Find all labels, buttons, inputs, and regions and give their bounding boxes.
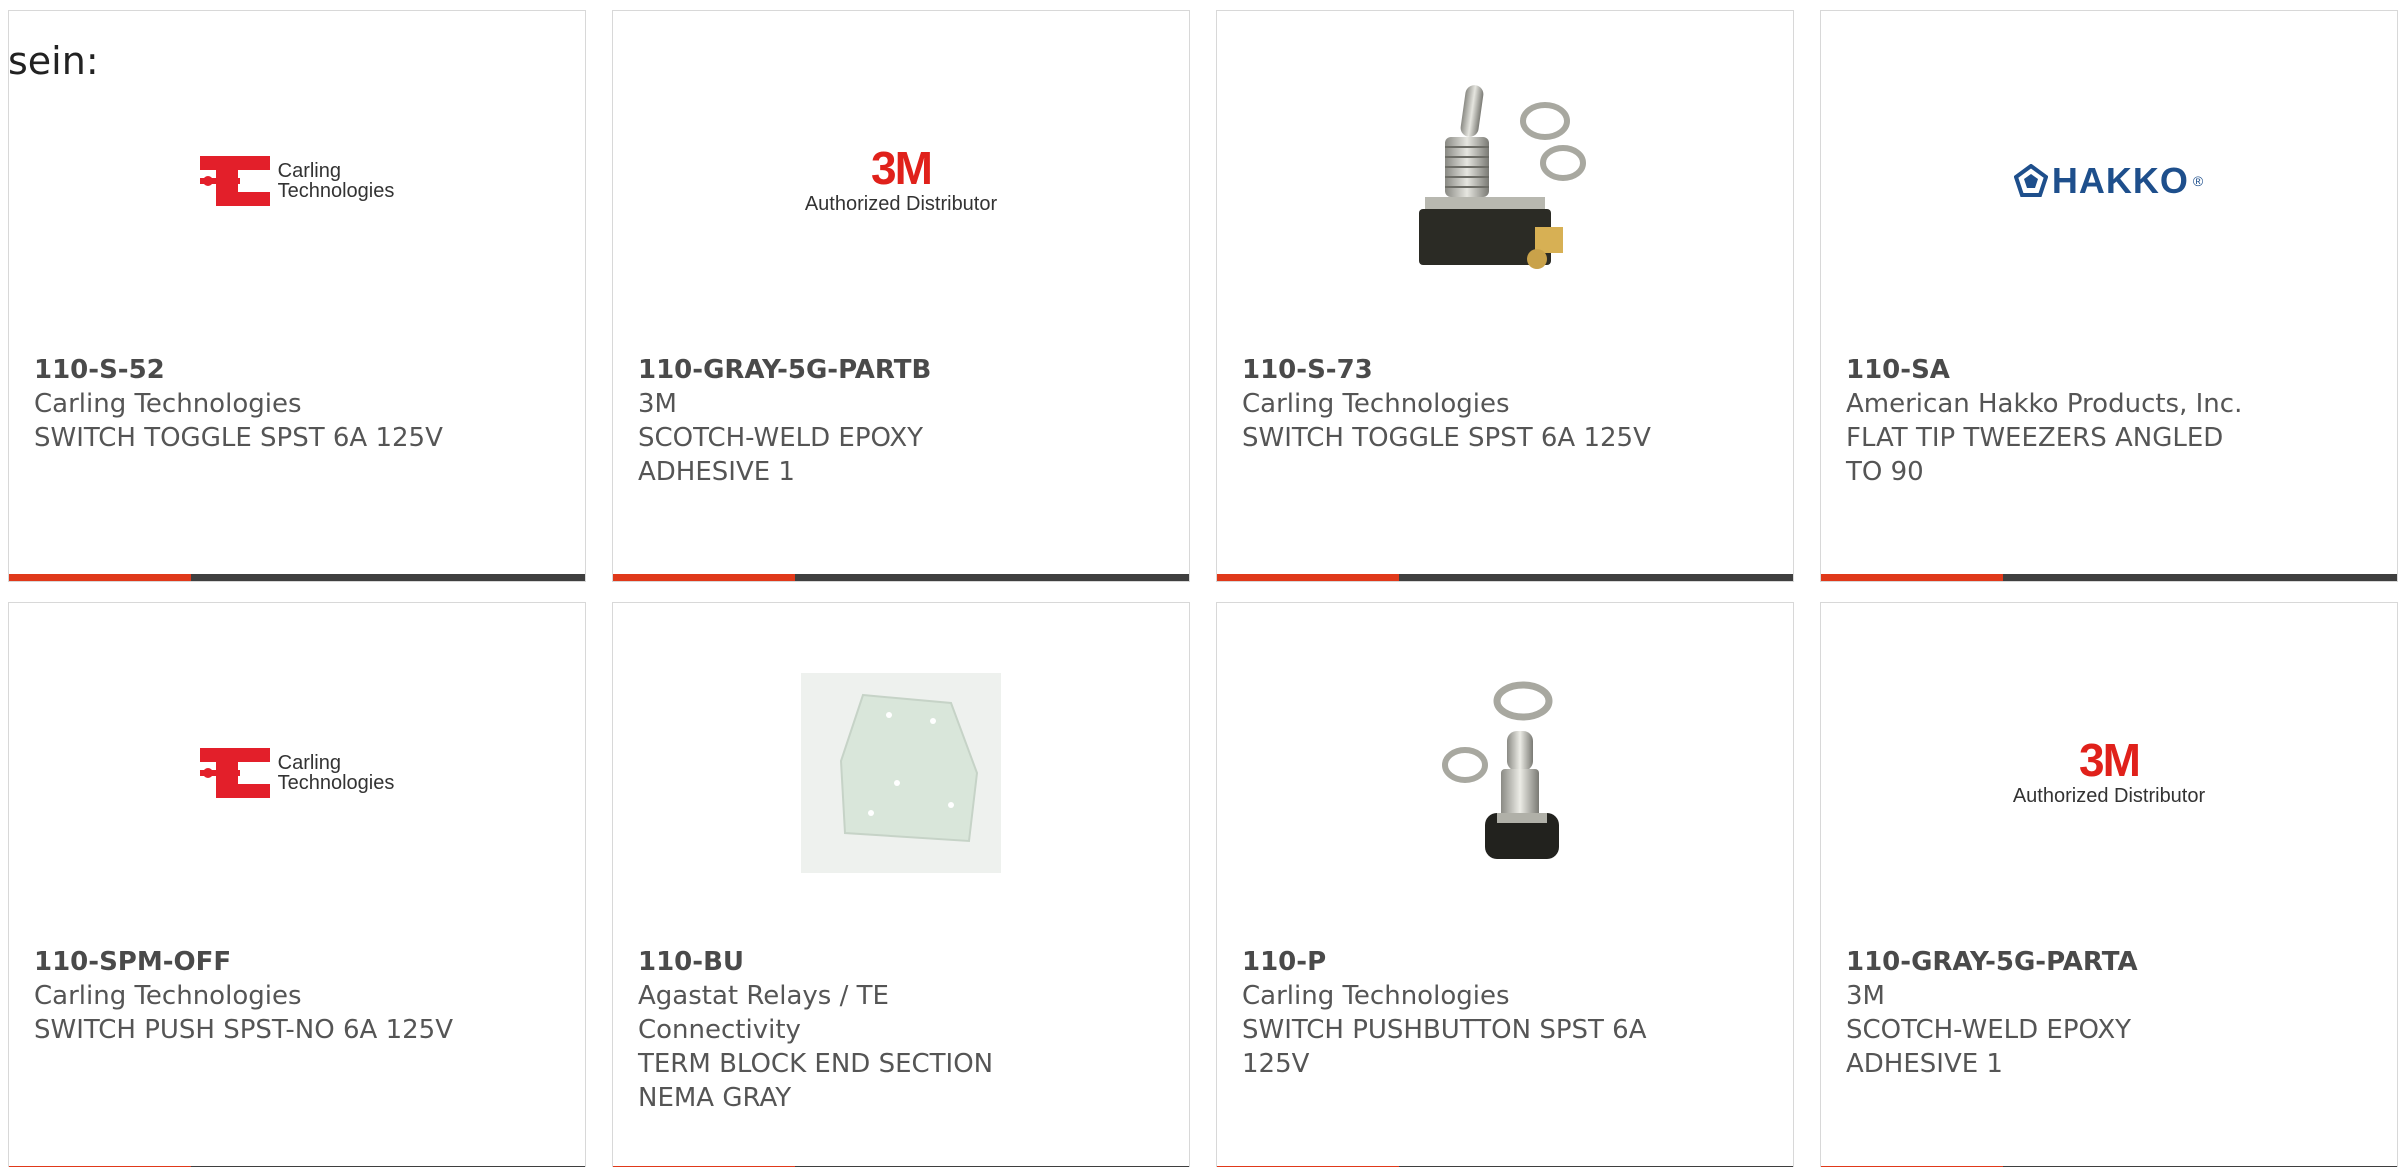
product-card[interactable]: Carling Technologies 110-SPM-OFF Carling… bbox=[8, 602, 586, 1167]
logo-line: Technologies bbox=[277, 180, 395, 202]
manufacturer: Carling Technologies bbox=[34, 389, 302, 419]
product-card[interactable]: 110-S-73 Carling Technologies SWITCH TOG… bbox=[1216, 10, 1794, 582]
3m-logo-icon: 3M Authorized Distributor bbox=[805, 145, 997, 217]
hakko-logo-icon: HAKKO ® bbox=[2013, 160, 2204, 202]
card-bar-accent bbox=[1217, 574, 1399, 581]
logo-line: Carling bbox=[277, 752, 341, 774]
manufacturer: Carling Technologies bbox=[34, 981, 302, 1011]
product-image[interactable] bbox=[1405, 81, 1605, 281]
logo-line: Authorized Distributor bbox=[2012, 785, 2206, 807]
product-card[interactable]: 110-BU Agastat Relays / TE Connectivity … bbox=[612, 602, 1190, 1167]
product-image[interactable] bbox=[1405, 673, 1605, 873]
card-bar bbox=[613, 574, 1189, 581]
end-section-photo-icon bbox=[801, 673, 1001, 873]
part-number[interactable]: 110-S-52 bbox=[34, 353, 454, 387]
logo-line: Authorized Distributor bbox=[804, 193, 998, 215]
product-info: 110-S-52 Carling Technologies SWITCH TOG… bbox=[34, 353, 454, 455]
product-image[interactable]: Carling Technologies bbox=[197, 81, 397, 281]
product-card[interactable]: Carling Technologies 110-S-52 Carling Te… bbox=[8, 10, 586, 582]
manufacturer: 3M bbox=[638, 389, 677, 419]
product-info: 110-GRAY-5G-PARTB 3M SCOTCH-WELD EPOXY A… bbox=[638, 353, 1058, 489]
part-number[interactable]: 110-BU bbox=[638, 945, 1058, 979]
product-info: 110-GRAY-5G-PARTA 3M SCOTCH-WELD EPOXY A… bbox=[1846, 945, 2266, 1081]
part-number[interactable]: 110-P bbox=[1242, 945, 1662, 979]
logo-line: 3M bbox=[871, 142, 933, 194]
part-number[interactable]: 110-S-73 bbox=[1242, 353, 1662, 387]
product-card[interactable]: 3M Authorized Distributor 110-GRAY-5G-PA… bbox=[612, 10, 1190, 582]
description: SWITCH PUSH SPST-NO 6A 125V bbox=[34, 1015, 453, 1045]
manufacturer: Agastat Relays / TE Connectivity bbox=[638, 981, 889, 1045]
description: SWITCH PUSHBUTTON SPST 6A 125V bbox=[1242, 1015, 1647, 1079]
card-bar-accent bbox=[9, 574, 191, 581]
description: TERM BLOCK END SECTION NEMA GRAY bbox=[638, 1049, 994, 1113]
product-card[interactable]: 110-P Carling Technologies SWITCH PUSHBU… bbox=[1216, 602, 1794, 1167]
manufacturer: 3M bbox=[1846, 981, 1885, 1011]
description: FLAT TIP TWEEZERS ANGLED TO 90 bbox=[1846, 423, 2224, 487]
logo-line: HAKKO bbox=[2051, 160, 2189, 201]
part-number[interactable]: 110-GRAY-5G-PARTB bbox=[638, 353, 1058, 387]
carling-logo-icon: Carling Technologies bbox=[199, 156, 395, 206]
page: sein: Carling Technologies 110-S-52 Carl… bbox=[0, 0, 2400, 1167]
carling-logo-icon: Carling Technologies bbox=[199, 748, 395, 798]
product-info: 110-SA American Hakko Products, Inc. FLA… bbox=[1846, 353, 2266, 489]
card-bar bbox=[9, 574, 585, 581]
card-bar bbox=[1217, 574, 1793, 581]
product-card[interactable]: 3M Authorized Distributor 110-GRAY-5G-PA… bbox=[1820, 602, 2398, 1167]
product-image[interactable] bbox=[801, 673, 1001, 873]
manufacturer: Carling Technologies bbox=[1242, 389, 1510, 419]
description: SWITCH TOGGLE SPST 6A 125V bbox=[1242, 423, 1651, 453]
logo-line: 3M bbox=[2079, 734, 2141, 786]
product-image[interactable]: 3M Authorized Distributor bbox=[801, 81, 1001, 281]
product-info: 110-P Carling Technologies SWITCH PUSHBU… bbox=[1242, 945, 1662, 1081]
description: SCOTCH-WELD EPOXY ADHESIVE 1 bbox=[1846, 1015, 2132, 1079]
card-bar-accent bbox=[1821, 574, 2003, 581]
card-bar-accent bbox=[613, 574, 795, 581]
logo-line: Technologies bbox=[277, 772, 395, 794]
product-card[interactable]: HAKKO ® 110-SA American Hakko Products, … bbox=[1820, 10, 2398, 582]
product-image[interactable]: Carling Technologies bbox=[197, 673, 397, 873]
product-image[interactable]: 3M Authorized Distributor bbox=[2009, 673, 2209, 873]
product-info: 110-BU Agastat Relays / TE Connectivity … bbox=[638, 945, 1058, 1115]
description: SWITCH TOGGLE SPST 6A 125V bbox=[34, 423, 443, 453]
product-image[interactable]: HAKKO ® bbox=[2009, 81, 2209, 281]
page-heading: sein: bbox=[8, 39, 99, 83]
manufacturer: Carling Technologies bbox=[1242, 981, 1510, 1011]
description: SCOTCH-WELD EPOXY ADHESIVE 1 bbox=[638, 423, 924, 487]
product-grid: Carling Technologies 110-S-52 Carling Te… bbox=[8, 10, 2398, 1167]
part-number[interactable]: 110-SPM-OFF bbox=[34, 945, 454, 979]
manufacturer: American Hakko Products, Inc. bbox=[1846, 389, 2243, 419]
product-info: 110-S-73 Carling Technologies SWITCH TOG… bbox=[1242, 353, 1662, 455]
logo-line: Carling bbox=[277, 160, 341, 182]
toggle-switch-photo-icon bbox=[1419, 85, 1586, 269]
3m-logo-icon: 3M Authorized Distributor bbox=[2013, 737, 2205, 809]
product-info: 110-SPM-OFF Carling Technologies SWITCH … bbox=[34, 945, 454, 1047]
card-bar bbox=[1821, 574, 2397, 581]
part-number[interactable]: 110-SA bbox=[1846, 353, 2266, 387]
pushbutton-switch-photo-icon bbox=[1442, 681, 1559, 859]
part-number[interactable]: 110-GRAY-5G-PARTA bbox=[1846, 945, 2266, 979]
